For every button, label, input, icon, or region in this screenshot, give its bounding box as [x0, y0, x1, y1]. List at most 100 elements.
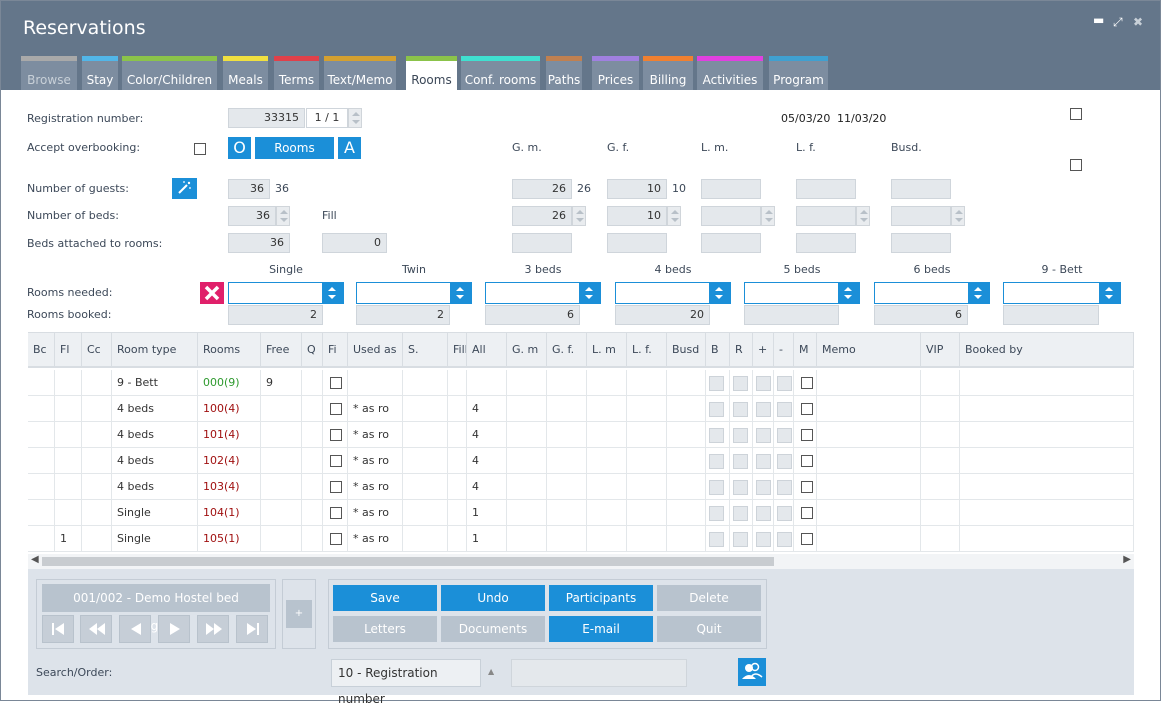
cell-used[interactable]: * as ro: [348, 500, 403, 526]
row-action-box[interactable]: [709, 428, 724, 443]
cell-free[interactable]: [261, 500, 302, 526]
beds-gm-spinner[interactable]: [572, 206, 586, 226]
cell-used[interactable]: * as ro: [348, 396, 403, 422]
col-header-cc[interactable]: Cc: [82, 333, 112, 368]
m-checkbox[interactable]: [801, 429, 813, 441]
scroll-right-icon[interactable]: ▶: [1123, 554, 1131, 565]
col-header-room-type[interactable]: Room type: [112, 333, 198, 368]
attached-lf-field[interactable]: [796, 233, 856, 253]
row-action-box[interactable]: [733, 454, 748, 469]
registration-number-field[interactable]: 33315: [228, 108, 305, 128]
cell[interactable]: [82, 370, 112, 396]
beds-field[interactable]: 36: [228, 206, 276, 226]
a-button[interactable]: A: [338, 137, 361, 159]
row-action-box[interactable]: [777, 506, 792, 521]
cell[interactable]: [817, 500, 921, 526]
cell[interactable]: [507, 500, 547, 526]
cell-room[interactable]: 105(1): [198, 526, 261, 552]
col-header-fl[interactable]: Fl: [55, 333, 82, 368]
cell-room[interactable]: 101(4): [198, 422, 261, 448]
cell-type[interactable]: Single: [112, 500, 198, 526]
tab-text-memo[interactable]: Text/Memo: [324, 56, 396, 90]
cell[interactable]: [507, 370, 547, 396]
cell[interactable]: [817, 448, 921, 474]
cell[interactable]: [323, 526, 348, 552]
close-icon[interactable]: ✖: [1133, 15, 1143, 29]
cell[interactable]: [753, 526, 774, 552]
rooms-button[interactable]: Rooms: [255, 137, 334, 159]
col-header-g-m[interactable]: G. m: [507, 333, 547, 368]
email-button[interactable]: E-mail: [549, 616, 653, 642]
fast-back-button[interactable]: [80, 615, 112, 643]
beds-lf-field[interactable]: [796, 206, 856, 226]
cell[interactable]: [403, 370, 448, 396]
m-checkbox[interactable]: [801, 377, 813, 389]
cell[interactable]: [794, 500, 817, 526]
col-header-fill[interactable]: Fill: [448, 333, 467, 368]
row-action-box[interactable]: [709, 532, 724, 547]
prev-record-button[interactable]: [119, 615, 151, 643]
cell[interactable]: [794, 370, 817, 396]
cell[interactable]: [667, 370, 706, 396]
cell[interactable]: [960, 370, 1134, 396]
cell[interactable]: [302, 526, 323, 552]
cell[interactable]: [302, 422, 323, 448]
right-checkbox-2[interactable]: [1070, 159, 1082, 171]
cell[interactable]: [323, 396, 348, 422]
row-action-box[interactable]: [733, 480, 748, 495]
cell[interactable]: [730, 448, 753, 474]
save-button[interactable]: Save: [333, 585, 437, 611]
row-action-box[interactable]: [777, 480, 792, 495]
cell-all[interactable]: 1: [467, 526, 507, 552]
search-input[interactable]: [511, 659, 687, 687]
cell[interactable]: [794, 422, 817, 448]
cell-type[interactable]: 9 - Bett: [112, 370, 198, 396]
cell[interactable]: [587, 448, 627, 474]
cell[interactable]: [587, 370, 627, 396]
beds-gf-field[interactable]: 10: [607, 206, 667, 226]
beds-busd-field[interactable]: [891, 206, 951, 226]
cell[interactable]: [706, 370, 730, 396]
cell[interactable]: [82, 396, 112, 422]
registration-part-field[interactable]: 1 / 1: [306, 108, 348, 128]
cell[interactable]: [774, 500, 794, 526]
col-header-s[interactable]: S.: [403, 333, 448, 368]
cell[interactable]: [817, 422, 921, 448]
cell[interactable]: [817, 396, 921, 422]
cell-room[interactable]: 104(1): [198, 500, 261, 526]
table-row[interactable]: 4 beds 101(4) * as ro 4: [28, 422, 1134, 448]
cell[interactable]: [403, 448, 448, 474]
tab-program[interactable]: Program: [769, 56, 828, 90]
m-checkbox[interactable]: [801, 455, 813, 467]
cell[interactable]: [28, 526, 55, 552]
cell-room[interactable]: 102(4): [198, 448, 261, 474]
guests-lf-field[interactable]: [796, 179, 856, 199]
cell[interactable]: [794, 396, 817, 422]
row-action-box[interactable]: [733, 402, 748, 417]
col-header-used-as[interactable]: Used as: [348, 333, 403, 368]
tab-billing[interactable]: Billing: [643, 56, 693, 90]
last-record-button[interactable]: [236, 615, 268, 643]
cell[interactable]: [302, 448, 323, 474]
cell[interactable]: [547, 422, 587, 448]
col-header-free[interactable]: Free: [261, 333, 302, 368]
quit-button[interactable]: Quit: [657, 616, 761, 642]
cell[interactable]: [627, 422, 667, 448]
guests-lm-field[interactable]: [701, 179, 761, 199]
tab-stay[interactable]: Stay: [82, 56, 118, 90]
m-checkbox[interactable]: [801, 533, 813, 545]
cell-all[interactable]: 1: [467, 500, 507, 526]
cell[interactable]: [753, 500, 774, 526]
tab-color-children[interactable]: Color/Children: [122, 56, 217, 90]
col-header-vip[interactable]: VIP: [921, 333, 960, 368]
row-action-box[interactable]: [777, 402, 792, 417]
overbooking-checkbox[interactable]: [194, 143, 206, 155]
cell[interactable]: [587, 422, 627, 448]
col-header-l-m[interactable]: L. m: [587, 333, 627, 368]
cell[interactable]: [730, 500, 753, 526]
col-header-booked-by[interactable]: Booked by: [960, 333, 1134, 368]
delete-button[interactable]: Delete: [657, 585, 761, 611]
grid-horizontal-scrollbar[interactable]: ◀ ▶: [28, 554, 1134, 569]
cell[interactable]: [753, 370, 774, 396]
row-action-box[interactable]: [709, 376, 724, 391]
